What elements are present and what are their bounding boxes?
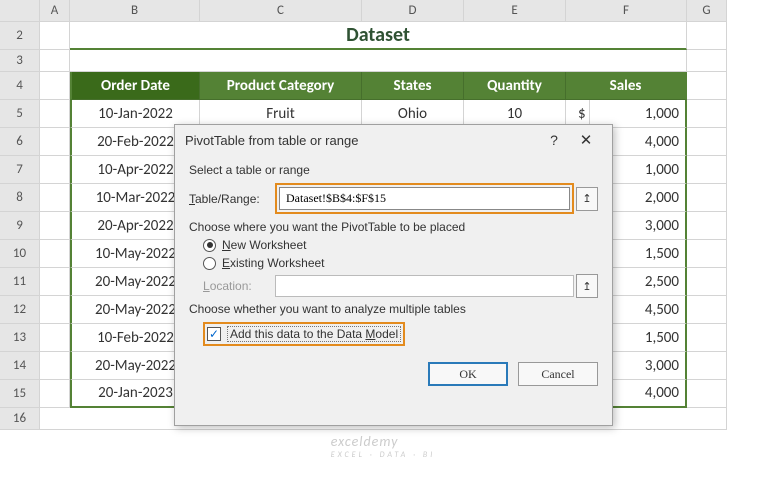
section-label: Select a table or range [189,163,598,177]
close-button[interactable]: ✕ [568,131,604,149]
row-header[interactable]: 9 [0,212,40,240]
col-header[interactable]: A [40,0,70,22]
section-label: Choose where you want the PivotTable to … [189,220,598,234]
location-input[interactable] [275,275,574,297]
ok-button[interactable]: OK [428,362,508,386]
col-header[interactable]: C [200,0,362,22]
corner-cell[interactable] [0,0,40,22]
radio-icon [203,239,216,252]
row-header[interactable]: 12 [0,296,40,324]
col-header[interactable]: B [70,0,200,22]
th-sales[interactable]: Sales [566,72,687,100]
help-button[interactable]: ? [540,132,568,148]
pivottable-dialog: PivotTable from table or range ? ✕ Selec… [174,124,613,426]
row-header[interactable]: 15 [0,380,40,408]
radio-new-worksheet[interactable]: New Worksheet [203,238,598,252]
radio-existing-worksheet[interactable]: Existing Worksheet [203,256,598,270]
dialog-titlebar[interactable]: PivotTable from table or range ? ✕ [175,125,612,155]
range-highlight [275,183,574,214]
data-model-highlight: ✓ Add this data to the Data Model [203,322,405,346]
col-header[interactable]: D [362,0,464,22]
th-order-date[interactable]: Order Date [70,72,200,100]
collapse-range-button[interactable]: ↥ [576,187,598,211]
row-header[interactable]: 10 [0,240,40,268]
table-range-input[interactable] [279,187,570,210]
radio-icon [203,257,216,270]
col-header[interactable]: F [566,0,687,22]
row-header[interactable]: 7 [0,156,40,184]
cancel-button[interactable]: Cancel [518,362,598,386]
section-label: Choose whether you want to analyze multi… [189,302,598,316]
dialog-title-text: PivotTable from table or range [185,133,358,148]
row-header[interactable]: 13 [0,324,40,352]
th-quantity[interactable]: Quantity [464,72,566,100]
th-states[interactable]: States [362,72,464,100]
table-range-label: Table/Range: [189,192,275,206]
checkbox-data-model[interactable]: ✓ [207,327,221,341]
watermark: exceldemy EXCEL · DATA · BI [331,433,436,460]
row-header[interactable]: 11 [0,268,40,296]
collapse-location-button[interactable]: ↥ [576,274,598,298]
row-header[interactable]: 8 [0,184,40,212]
sheet-title[interactable]: Dataset [70,22,687,50]
row-header[interactable]: 16 [0,408,40,430]
row-header[interactable]: 2 [0,22,40,50]
th-product-category[interactable]: Product Category [200,72,362,100]
row-header[interactable]: 5 [0,100,40,128]
location-label: Location: [203,279,275,293]
row-header[interactable]: 3 [0,50,40,72]
row-header[interactable]: 4 [0,72,40,100]
col-header[interactable]: G [687,0,727,22]
checkbox-label: Add this data to the Data Model [227,326,401,342]
row-header[interactable]: 6 [0,128,40,156]
col-header[interactable]: E [464,0,566,22]
row-header[interactable]: 14 [0,352,40,380]
